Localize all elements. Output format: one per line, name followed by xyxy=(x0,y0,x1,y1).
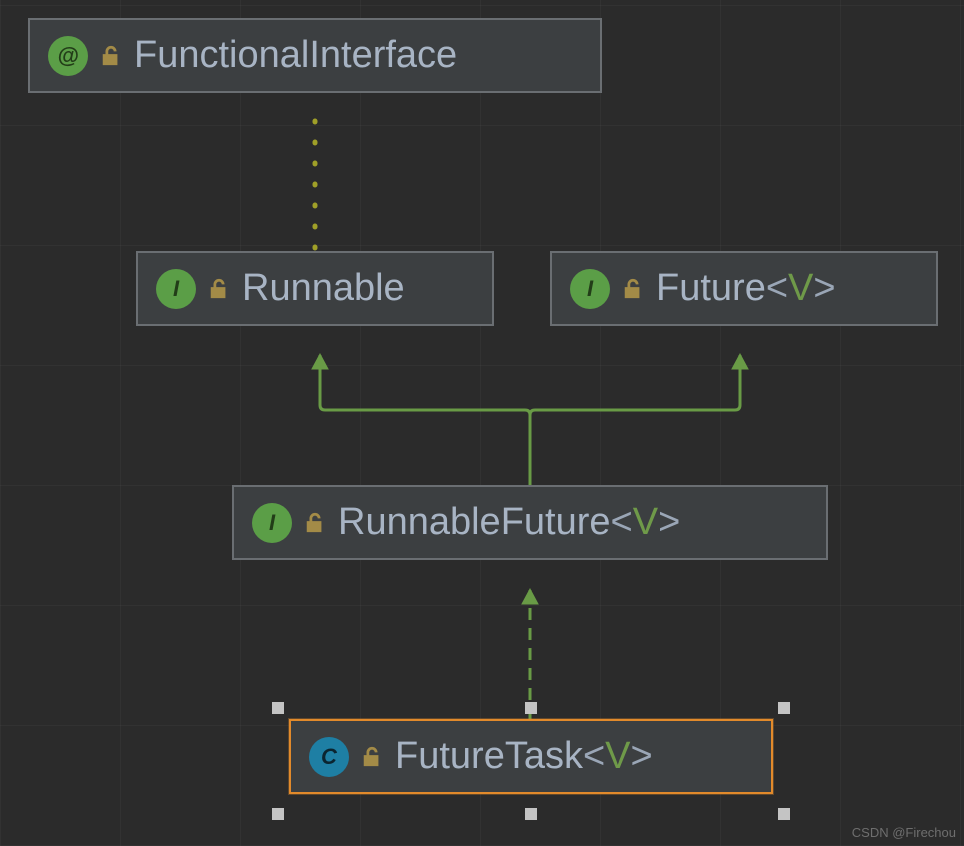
lock-icon xyxy=(622,278,644,300)
node-label: FutureTask<V> xyxy=(395,735,653,778)
watermark-text: CSDN @Firechou xyxy=(852,825,956,840)
class-kind-badge: C xyxy=(309,737,349,777)
node-label: FunctionalInterface xyxy=(134,34,457,77)
resize-handle[interactable] xyxy=(778,702,790,714)
resize-handle[interactable] xyxy=(778,808,790,820)
lock-icon xyxy=(100,45,122,67)
interface-kind-badge: I xyxy=(570,269,610,309)
resize-handle[interactable] xyxy=(525,702,537,714)
resize-handle[interactable] xyxy=(272,702,284,714)
class-node-functional-interface[interactable]: @ FunctionalInterface xyxy=(28,18,602,93)
node-label: Runnable xyxy=(242,267,405,310)
lock-icon xyxy=(208,278,230,300)
lock-icon xyxy=(304,512,326,534)
node-label: RunnableFuture<V> xyxy=(338,501,680,544)
resize-handle[interactable] xyxy=(525,808,537,820)
resize-handle[interactable] xyxy=(272,808,284,820)
interface-kind-badge: I xyxy=(252,503,292,543)
class-node-runnable-future[interactable]: I RunnableFuture<V> xyxy=(232,485,828,560)
class-node-runnable[interactable]: I Runnable xyxy=(136,251,494,326)
class-node-future[interactable]: I Future<V> xyxy=(550,251,938,326)
node-label: Future<V> xyxy=(656,267,836,310)
interface-kind-badge: I xyxy=(156,269,196,309)
annotation-kind-badge: @ xyxy=(48,36,88,76)
class-node-future-task[interactable]: C FutureTask<V> xyxy=(289,719,773,794)
lock-icon xyxy=(361,746,383,768)
